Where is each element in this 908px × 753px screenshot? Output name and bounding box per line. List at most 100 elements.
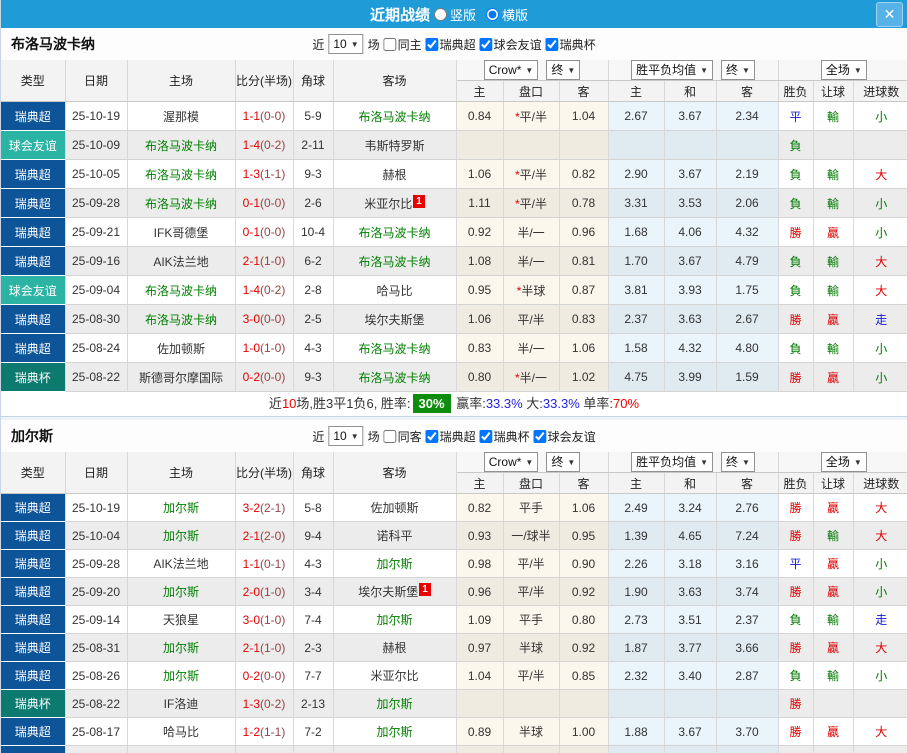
mean-stage-select[interactable]: 终 ▼ xyxy=(721,452,755,472)
same-venue-checkbox[interactable]: 同客 xyxy=(380,428,422,445)
halftime-score: (0-2) xyxy=(260,283,286,297)
away-team-name: 赫根 xyxy=(382,167,407,182)
handicap-line: 半球 xyxy=(503,717,560,746)
table-row: 瑞典超 25-10-04 加尔斯 2-1(2-0) 9-4 诺科平 0.93 一/球半 0.95… xyxy=(1,521,907,550)
team-name: 布洛马波卡纳 xyxy=(11,36,95,52)
same-venue-checkbox-input[interactable] xyxy=(383,429,397,443)
result-handicap-value: 輸 xyxy=(827,254,840,269)
match-score: 2-1(1-0) xyxy=(235,246,294,276)
league-checkbox[interactable]: 瑞典超 xyxy=(422,36,476,53)
caret-down-icon: ▼ xyxy=(700,457,709,467)
league-type-badge: 瑞典杯 xyxy=(1,363,64,391)
table-row: 瑞典超 25-09-16 AIK法兰地 2-1(1-0) 6-2 布洛马波卡纳 1.08 半/… xyxy=(1,246,907,276)
col-header-date: 日期 xyxy=(65,452,128,494)
result-goals: 小 xyxy=(853,188,907,218)
mean-away: 3.32 xyxy=(716,745,779,753)
away-team: 埃尔夫斯堡 1 xyxy=(333,577,457,606)
col-header-home: 主场 xyxy=(127,452,236,494)
odds-stage-select[interactable]: 终 ▼ xyxy=(546,452,581,472)
mean-away: 1.59 xyxy=(716,362,779,392)
home-odds: 1.06 xyxy=(456,159,504,189)
section-header: 布洛马波卡纳近 10 ▼ 场同主 瑞典超 球会友谊 瑞典杯 xyxy=(1,28,907,60)
match-score: 0-2(0-0) xyxy=(235,362,294,392)
result-goals-value: 大 xyxy=(875,501,888,515)
table-row: 瑞典超 25-09-28 布洛马波卡纳 0-1(0-0) 2-6 米亚尔比 1 1.11 *平/… xyxy=(1,188,907,218)
halftime-score: (2-0) xyxy=(260,528,286,543)
result-handicap: 輸 xyxy=(813,246,854,276)
league-checkbox-input[interactable] xyxy=(425,37,439,51)
away-team-name: 韦斯特罗斯 xyxy=(364,138,425,153)
league-type-badge: 瑞典超 xyxy=(1,494,64,521)
away-odds: 0.92 xyxy=(559,633,609,662)
same-venue-checkbox[interactable]: 同主 xyxy=(380,36,422,53)
mean-header-cell: 胜平负均值 ▼ 终 ▼ xyxy=(608,452,779,473)
corner-count: 2-13 xyxy=(293,689,334,718)
home-odds: 0.97 xyxy=(456,633,504,662)
mean-stage-select[interactable]: 终 ▼ xyxy=(721,60,755,80)
result-handicap: 贏 xyxy=(813,362,854,392)
mean-home: 2.37 xyxy=(608,304,665,334)
fulltime-score: 1-2 xyxy=(242,724,260,739)
mean-type-select[interactable]: 胜平负均值 ▼ xyxy=(631,60,714,80)
home-team: 加尔斯 xyxy=(127,633,236,662)
result-goals: 大 xyxy=(853,246,907,276)
match-date: 25-09-14 xyxy=(65,605,128,634)
league-checkbox-input[interactable] xyxy=(533,429,547,443)
result-wdl-value: 勝 xyxy=(789,501,802,515)
recent-results-panel: 近期战绩 竖版 横版 ✕ 布洛马波卡纳近 10 ▼ 场同主 瑞典超 球会友谊 瑞典杯 类型日期… xyxy=(0,0,908,753)
away-odds: 0.80 xyxy=(559,605,609,634)
league-checkbox[interactable]: 瑞典杯 xyxy=(476,428,530,445)
sub-header: 让球 xyxy=(813,80,854,102)
league-checkbox-input[interactable] xyxy=(425,429,439,443)
league-type-badge: 瑞典超 xyxy=(1,247,64,275)
col-header-type: 类型 xyxy=(1,60,66,102)
horizontal-radio-input[interactable] xyxy=(486,7,499,21)
result-wdl-value: 勝 xyxy=(789,225,802,240)
result-goals-value: 小 xyxy=(875,370,888,385)
mean-home: 4.75 xyxy=(608,362,665,392)
games-label: 场 xyxy=(367,429,380,444)
result-goals-value: 小 xyxy=(875,557,888,571)
odds-source-select[interactable]: Crow* ▼ xyxy=(483,60,539,80)
home-team-name: 加尔斯 xyxy=(162,641,199,655)
halftime-score: (1-0) xyxy=(260,612,286,627)
recent-count-select[interactable]: 10 ▼ xyxy=(328,426,364,446)
odds-stage-select[interactable]: 终 ▼ xyxy=(546,60,581,80)
league-checkbox[interactable]: 瑞典超 xyxy=(422,428,476,445)
result-wdl: 勝 xyxy=(778,493,814,522)
recent-count-select[interactable]: 10 ▼ xyxy=(328,34,364,54)
layout-radio-horizontal[interactable]: 横版 xyxy=(486,5,528,24)
league-checkbox[interactable]: 瑞典杯 xyxy=(542,36,596,53)
home-odds: 0.96 xyxy=(456,577,504,606)
home-odds: 0.80 xyxy=(456,362,504,392)
result-wdl: 勝 xyxy=(778,689,814,718)
league-checkbox-input[interactable] xyxy=(545,37,559,51)
mean-away: 2.37 xyxy=(716,605,779,634)
fullmatch-select[interactable]: 全场 ▼ xyxy=(820,452,867,472)
corner-count: 9-3 xyxy=(293,362,334,392)
away-team: 米亚尔比 1 xyxy=(333,188,457,218)
vertical-radio-input[interactable] xyxy=(433,7,447,21)
league-checkbox-input[interactable] xyxy=(479,429,493,443)
league-checkbox-input[interactable] xyxy=(479,37,493,51)
close-button[interactable]: ✕ xyxy=(876,2,903,27)
same-venue-checkbox-input[interactable] xyxy=(383,37,397,51)
mean-home: 2.26 xyxy=(608,549,665,578)
match-date: 25-08-31 xyxy=(65,633,128,662)
result-wdl-value: 負 xyxy=(789,669,802,683)
home-team: 布洛马波卡纳 xyxy=(127,159,236,189)
result-wdl-value: 平 xyxy=(789,109,802,124)
layout-radio-vertical[interactable]: 竖版 xyxy=(433,5,476,24)
league-type-badge: 瑞典超 xyxy=(1,305,64,333)
result-wdl: 勝 xyxy=(778,633,814,662)
odds-source-select[interactable]: Crow* ▼ xyxy=(483,452,539,472)
league-checkbox[interactable]: 球会友谊 xyxy=(476,36,542,53)
home-odds: 0.82 xyxy=(456,493,504,522)
league-checkbox[interactable]: 球会友谊 xyxy=(530,428,596,445)
match-date: 25-10-09 xyxy=(65,130,128,160)
fulltime-score: 3-0 xyxy=(242,312,260,326)
fullmatch-select[interactable]: 全场 ▼ xyxy=(820,60,867,80)
panel-title: 近期战绩 xyxy=(369,6,430,24)
mean-type-select[interactable]: 胜平负均值 ▼ xyxy=(631,452,714,472)
home-team: 布洛马波卡纳 xyxy=(127,275,236,305)
